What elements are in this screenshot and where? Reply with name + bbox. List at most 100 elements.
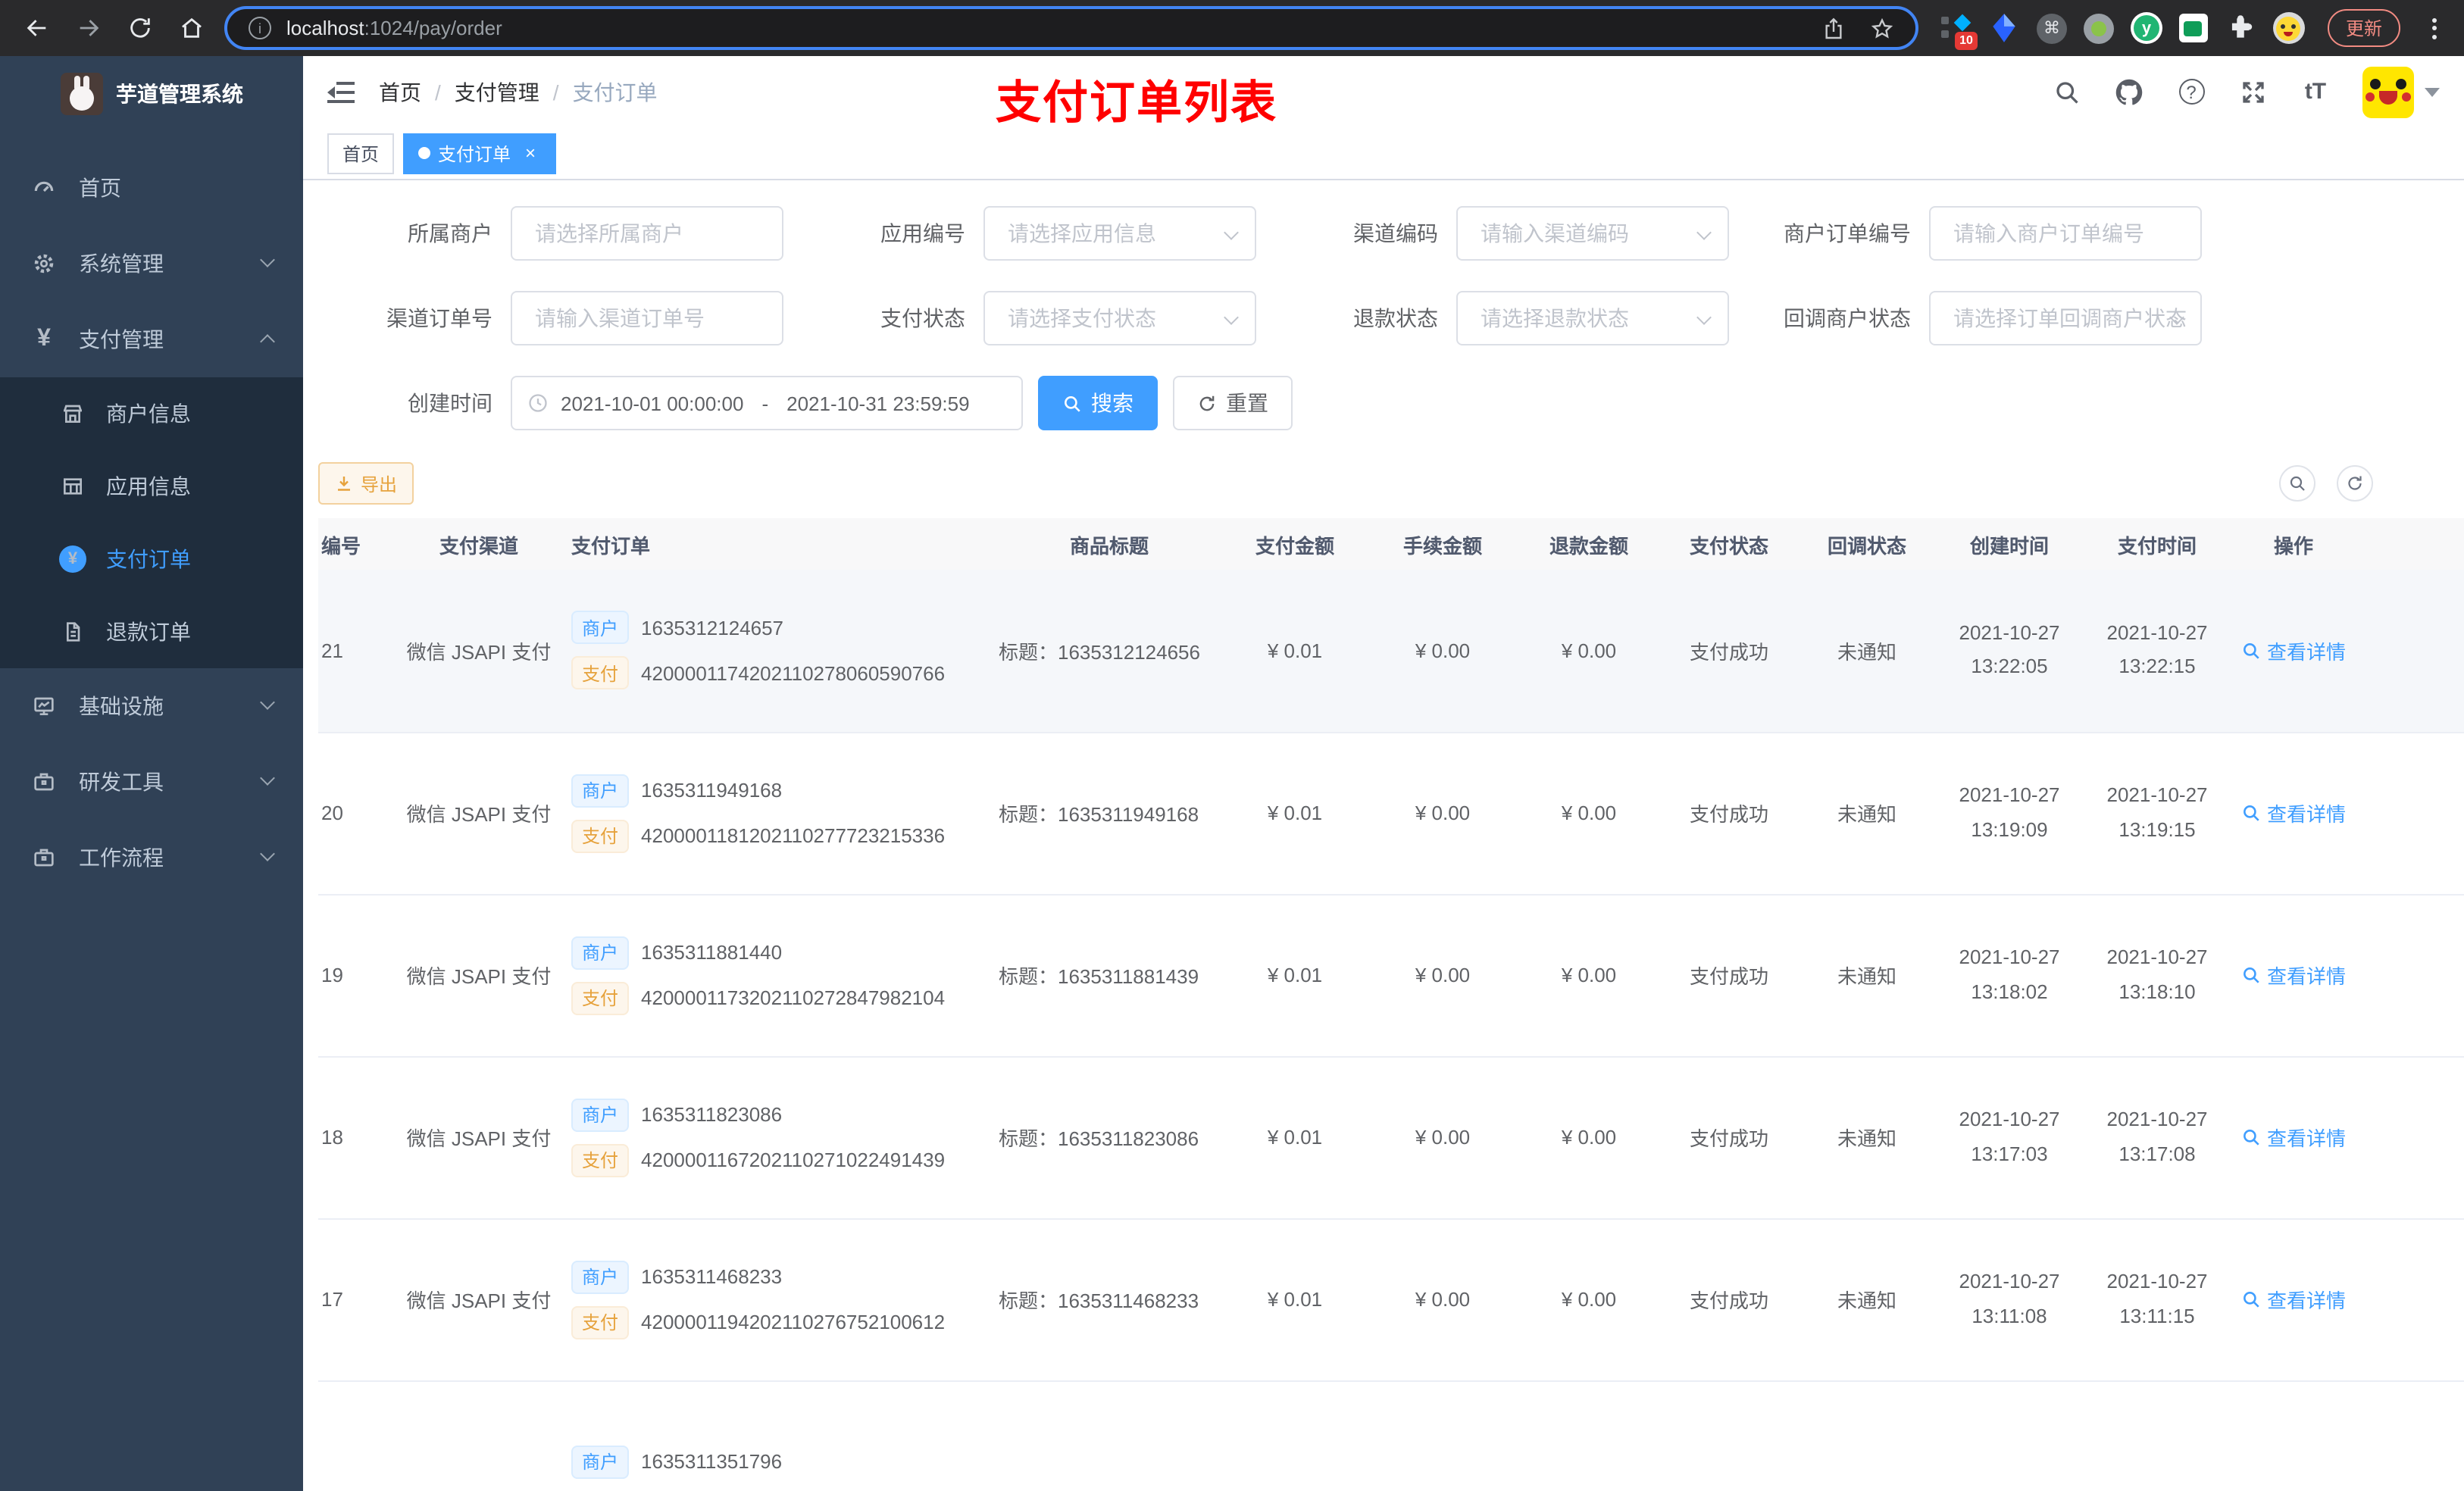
pay-status-select[interactable]: 请选择支付状态 <box>983 291 1256 345</box>
chevron-down-icon <box>1696 225 1712 240</box>
home-icon[interactable] <box>176 13 206 43</box>
view-detail-link[interactable]: 查看详情 <box>2241 799 2346 827</box>
cell-created: 2021-10-27 13:22:05 <box>1935 570 2084 733</box>
back-icon[interactable] <box>21 13 52 43</box>
command-extension-icon[interactable]: ⌘ <box>2036 13 2067 43</box>
view-detail-link[interactable]: 查看详情 <box>2241 1123 2346 1152</box>
yen-icon: ¥ <box>37 326 51 352</box>
y-extension-icon[interactable]: y <box>2130 12 2162 44</box>
bookmark-star-icon[interactable] <box>1870 16 1894 40</box>
col-notify: 回调状态 <box>1799 518 1935 570</box>
github-icon[interactable] <box>2114 77 2144 107</box>
date-range-picker[interactable]: 2021-10-01 00:00:00 - 2021-10-31 23:59:5… <box>511 376 1023 430</box>
monitor-chart-icon <box>30 692 58 720</box>
table-row: 20 微信 JSAPI 支付 商户 1635311949168 支付 4200001… <box>318 732 2464 895</box>
browser-update-button[interactable]: 更新 <box>2327 9 2400 47</box>
filter-label-notify-status: 回调商户状态 <box>1784 306 1911 330</box>
chat-extension-icon[interactable] <box>2178 14 2208 42</box>
profile-avatar-icon[interactable] <box>2272 12 2305 44</box>
forward-icon[interactable] <box>73 13 103 43</box>
sidebar-item-app-info[interactable]: 应用信息 <box>0 450 303 523</box>
cell-id: 20 <box>318 732 394 895</box>
sidebar-item-devtools[interactable]: 研发工具 <box>0 744 303 820</box>
kite-extension-icon[interactable] <box>1988 12 2020 44</box>
refresh-table-button[interactable] <box>2337 465 2373 502</box>
url-bar[interactable]: i localhost:1024/pay/order <box>224 6 1918 50</box>
chevron-down-icon <box>1224 225 1239 240</box>
reload-icon[interactable] <box>124 13 155 43</box>
share-icon[interactable] <box>1821 16 1846 40</box>
filter-label-app: 应用编号 <box>880 221 965 245</box>
sidebar-item-home[interactable]: 首页 <box>0 150 303 226</box>
user-menu[interactable] <box>2362 66 2440 117</box>
view-detail-link[interactable]: 查看详情 <box>2241 636 2346 665</box>
refund-status-select[interactable]: 请选择退款状态 <box>1456 291 1729 345</box>
browser-menu-icon[interactable] <box>2432 17 2437 39</box>
pay-submenu: 商户信息 应用信息 ¥ 支付订单 退款订单 <box>0 377 303 668</box>
dashboard-icon <box>30 174 58 202</box>
cell-title: 标题：1635311823086 <box>996 1056 1223 1219</box>
search-icon <box>2244 805 2259 821</box>
app-logo-row[interactable]: 芋道管理系统 <box>0 56 303 132</box>
merchant-tag: 商户 <box>571 1260 630 1293</box>
recorder-extension-icon[interactable] <box>2083 13 2114 43</box>
cell-notify: 未通知 <box>1799 1218 1935 1381</box>
sidebar-item-infra[interactable]: 基础设施 <box>0 668 303 744</box>
help-icon[interactable]: ? <box>2176 77 2206 107</box>
fullscreen-icon[interactable] <box>2238 77 2269 107</box>
chevron-down-icon <box>260 695 275 710</box>
channel-order-no-input[interactable] <box>511 291 783 345</box>
export-button[interactable]: 导出 <box>318 462 414 505</box>
close-tab-icon[interactable]: × <box>520 142 541 164</box>
merchant-input[interactable] <box>511 206 783 261</box>
view-detail-link[interactable]: 查看详情 <box>2241 1285 2346 1314</box>
cell-id: 17 <box>318 1218 394 1381</box>
extension-badge-icon[interactable]: 10 <box>1940 12 1978 50</box>
search-button[interactable]: 搜索 <box>1038 376 1158 430</box>
sidebar-item-merchant-info[interactable]: 商户信息 <box>0 377 303 450</box>
view-detail-link[interactable]: 查看详情 <box>2241 961 2346 989</box>
chevron-down-icon <box>260 846 275 861</box>
font-size-icon[interactable]: tT <box>2300 77 2331 107</box>
breadcrumb-home[interactable]: 首页 <box>379 77 421 107</box>
tab-pay-order[interactable]: 支付订单 × <box>403 133 557 173</box>
cell-refund: ¥ 0.00 <box>1518 732 1659 895</box>
breadcrumb-pay[interactable]: 支付管理 <box>455 77 539 107</box>
table-header-row: 编号 支付渠道 支付订单 商品标题 支付金额 手续金额 退款金额 支付状态 回调… <box>318 518 2464 570</box>
tab-home[interactable]: 首页 <box>327 133 395 173</box>
chevron-down-icon <box>260 252 275 267</box>
col-id: 编号 <box>318 518 394 570</box>
table-row: 18 微信 JSAPI 支付 商户 1635311823086 支付 4200001… <box>318 1056 2464 1219</box>
channel-code-select[interactable]: 请输入渠道编码 <box>1456 206 1729 261</box>
sidebar-item-system[interactable]: 系统管理 <box>0 226 303 302</box>
chevron-down-icon <box>260 771 275 786</box>
app-select[interactable]: 请选择应用信息 <box>983 206 1256 261</box>
pay-tag: 支付 <box>571 656 630 690</box>
sidebar-item-pay-order[interactable]: ¥ 支付订单 <box>0 523 303 595</box>
merchant-tag: 商户 <box>571 1445 630 1478</box>
pay-tag: 支付 <box>571 981 630 1014</box>
notify-status-select[interactable]: 请选择订单回调商户状态 <box>1929 291 2202 345</box>
sidebar-item-workflow[interactable]: 工作流程 <box>0 820 303 896</box>
browser-nav-buttons <box>15 13 218 43</box>
cell-notify: 未通知 <box>1799 1056 1935 1219</box>
merchant-tag: 商户 <box>571 1098 630 1131</box>
refresh-icon <box>2348 476 2362 490</box>
toggle-search-button[interactable] <box>2279 465 2315 502</box>
sidebar-item-pay[interactable]: ¥ 支付管理 <box>0 302 303 377</box>
sidebar-fold-icon[interactable] <box>327 81 355 102</box>
cell-channel <box>394 1380 564 1491</box>
cell-title: 标题：1635312124656 <box>996 570 1223 733</box>
merchant-tag: 商户 <box>571 936 630 969</box>
search-icon[interactable] <box>2052 77 2082 107</box>
sidebar-item-refund-order[interactable]: 退款订单 <box>0 595 303 668</box>
date-end: 2021-10-31 23:59:59 <box>786 392 970 414</box>
extensions-puzzle-icon[interactable] <box>2225 12 2256 44</box>
cell-refund: ¥ 0.00 <box>1518 570 1659 733</box>
refresh-icon <box>1199 395 1215 411</box>
reset-button[interactable]: 重置 <box>1173 376 1293 430</box>
merchant-tag: 商户 <box>571 774 630 807</box>
info-icon[interactable]: i <box>249 17 271 39</box>
merchant-order-no-input[interactable] <box>1929 206 2202 261</box>
col-title: 商品标题 <box>996 518 1223 570</box>
